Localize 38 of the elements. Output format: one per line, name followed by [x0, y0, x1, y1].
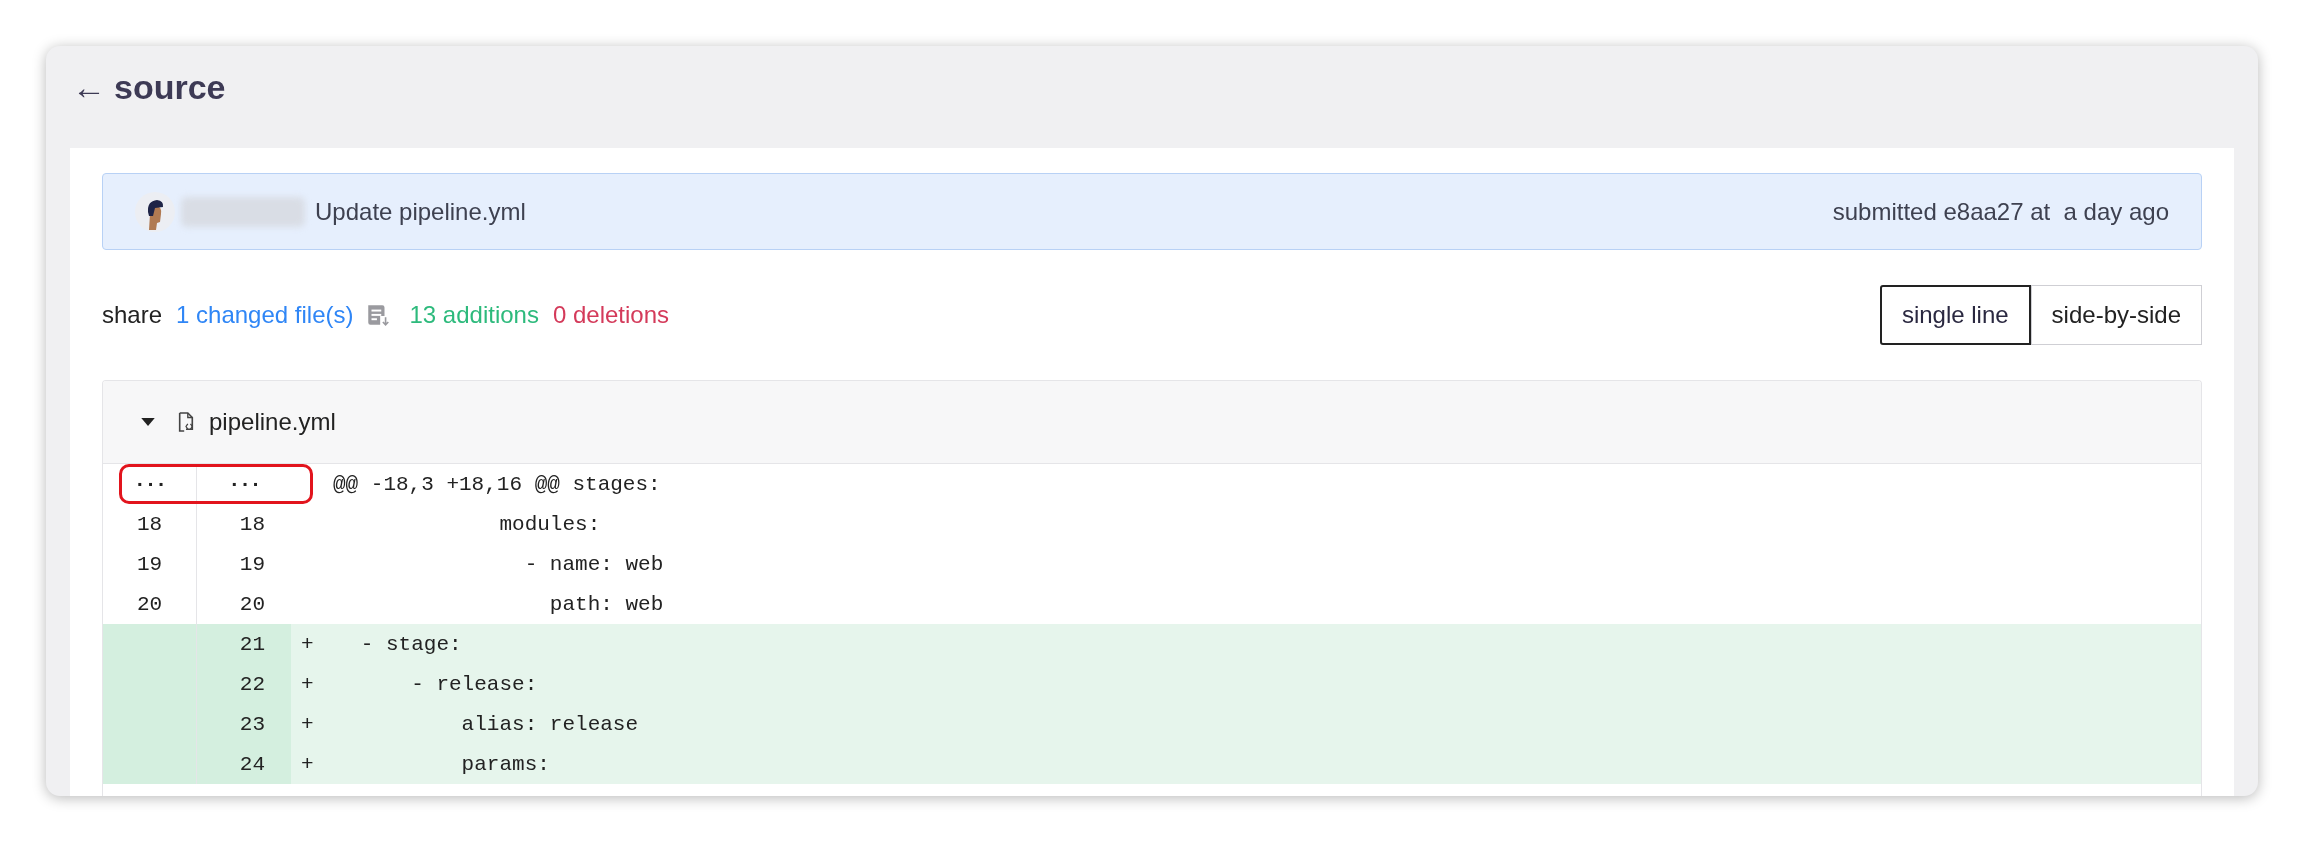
diff-marker: + [300, 752, 315, 776]
expand-lines-button[interactable]: ··· [197, 464, 291, 504]
code-line: path: web [548, 592, 664, 616]
code-line: params: [460, 752, 550, 776]
hunk-header: @@ -18,3 +18,16 @@ stages: [332, 472, 661, 496]
line-number: 24 [197, 744, 291, 784]
commit-message: Update pipeline.yml [315, 197, 526, 226]
line-number: 18 [103, 504, 197, 544]
diff-marker: + [300, 672, 315, 696]
share-link[interactable]: share [102, 301, 163, 329]
line-number: 20 [238, 591, 266, 618]
additions-count: 13 additions [409, 301, 539, 329]
view-mode-button[interactable]: single line [1879, 285, 2031, 345]
expand-lines-button[interactable]: ··· [103, 464, 197, 504]
commit-info: submitted e8aa27 at a day ago [1832, 197, 2169, 226]
diff-marker: + [300, 632, 315, 656]
deletions-count: 0 deletions [552, 301, 669, 329]
diff-marker: + [300, 712, 315, 736]
code-line: modules: [498, 512, 601, 536]
page-title: source [114, 67, 226, 107]
view-mode-button[interactable]: side-by-side [2030, 285, 2202, 345]
code-line: - stage: [359, 632, 462, 656]
code-file-icon [177, 411, 195, 433]
line-number: 23 [197, 704, 291, 744]
code-line: - name: web [523, 552, 664, 576]
line-number: 19 [238, 551, 266, 578]
code-line: alias: release [460, 712, 639, 736]
file-name[interactable]: pipeline.yml [209, 408, 336, 436]
avatar-icon [135, 191, 175, 232]
line-number: 21 [197, 624, 291, 664]
line-number: 19 [103, 544, 197, 584]
line-number: 22 [197, 664, 291, 704]
caret-icon[interactable] [141, 417, 155, 427]
line-number: 18 [238, 511, 266, 538]
document-download-icon[interactable] [365, 302, 392, 328]
back-arrow[interactable]: ← [70, 67, 106, 107]
changed-files-link[interactable]: 1 changed file(s) [176, 301, 354, 329]
code-line: - release: [410, 672, 538, 696]
